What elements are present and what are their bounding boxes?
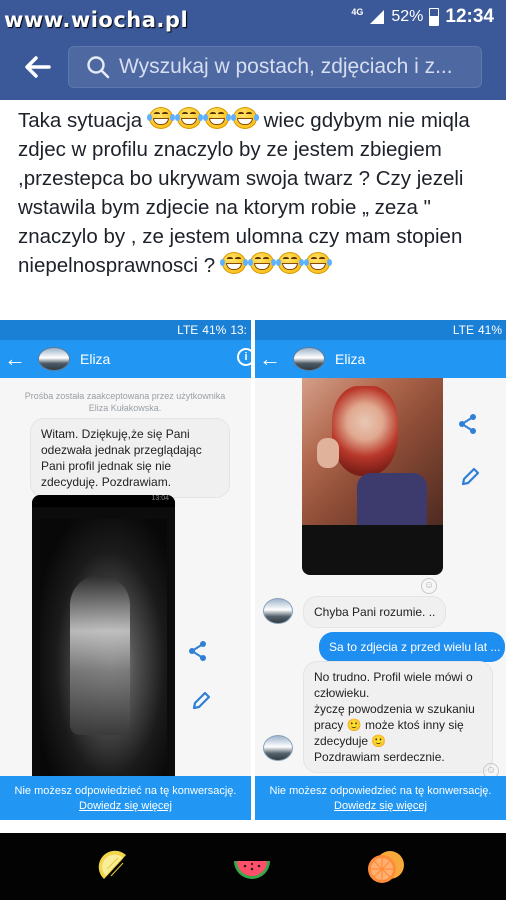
orange-icon[interactable]: [366, 849, 406, 885]
post-text: Taka sytuacja wiec gdybym nie miqla zdje…: [18, 106, 498, 280]
tears-of-joy-icon: [202, 106, 231, 130]
tears-of-joy-icon: [303, 251, 332, 275]
screenshot-right: LTE 41% ← Eliza ☺ Chyba Pani rozumie. ..…: [255, 320, 506, 820]
watermark: www.wiocha.pl: [4, 8, 189, 32]
edit-icon[interactable]: [459, 466, 481, 488]
footer-text: Nie możesz odpowiedzieć na tę konwersacj…: [269, 785, 492, 797]
conversation-body: Prośba została zaakceptowana przez użytk…: [0, 378, 251, 820]
message-bubble-sent[interactable]: Sa to zdjecia z przed wielu lat ...: [319, 632, 505, 662]
phone-network: LTE: [177, 323, 199, 337]
back-button[interactable]: [18, 50, 58, 84]
info-icon[interactable]: i: [237, 348, 251, 366]
bottom-nav: [0, 833, 506, 900]
conversation-footer: Nie możesz odpowiedzieć na tę konwersacj…: [0, 776, 251, 820]
back-arrow-icon: [25, 56, 51, 78]
contact-name[interactable]: Eliza: [80, 351, 110, 367]
back-arrow-icon[interactable]: ←: [2, 340, 28, 378]
phone-battery: 41%: [477, 323, 502, 337]
messenger-header: ← Eliza i: [0, 340, 251, 378]
battery-percent: 52%: [391, 8, 424, 25]
footer-text: Nie możesz odpowiedzieć na tę konwersacj…: [14, 785, 237, 797]
conversation-footer: Nie możesz odpowiedzieć na tę konwersacj…: [255, 776, 506, 820]
lemon-icon[interactable]: [96, 849, 136, 885]
emoji-group: [219, 251, 332, 275]
share-icon[interactable]: [187, 640, 209, 662]
phone-network: LTE: [452, 323, 474, 337]
phone-status-bar: LTE 41% 13:: [0, 320, 251, 340]
shared-photo[interactable]: [302, 378, 443, 575]
avatar[interactable]: [293, 347, 325, 371]
tears-of-joy-icon: [230, 106, 259, 130]
tears-of-joy-icon: [219, 251, 248, 275]
request-note: Prośba została zaakceptowana przez użytk…: [24, 391, 226, 413]
learn-more-link[interactable]: Dowiedz się więcej: [255, 799, 506, 814]
search-icon: [87, 56, 110, 79]
message-bubble[interactable]: Chyba Pani rozumie. ..: [303, 596, 447, 628]
edit-icon[interactable]: [190, 690, 212, 712]
avatar[interactable]: [263, 735, 293, 761]
battery-icon: [429, 8, 440, 26]
clock: 12:34: [445, 6, 494, 27]
post-text-part-1: Taka sytuacja: [18, 109, 148, 132]
search-box[interactable]: [68, 46, 482, 88]
tears-of-joy-icon: [247, 251, 276, 275]
photo-status-bar: 13:04: [32, 495, 175, 507]
tears-of-joy-icon: [174, 106, 203, 130]
tears-of-joy-icon: [146, 106, 175, 130]
search-input[interactable]: [119, 55, 481, 79]
status-indicators: 4G 52% 12:34: [351, 6, 494, 28]
status-bar: www.wiocha.pl 4G 52% 12:34: [0, 0, 506, 34]
signal-icon: [370, 10, 385, 24]
share-icon[interactable]: [457, 413, 479, 435]
screenshot-left: LTE 41% 13: ← Eliza i Prośba została zaa…: [0, 320, 251, 820]
phone-time: 13:: [230, 323, 247, 337]
reaction-icon[interactable]: ☺: [421, 578, 437, 594]
phone-battery: 41%: [202, 323, 227, 337]
phone-status-bar: LTE 41%: [255, 320, 506, 340]
shared-photo[interactable]: 13:04: [32, 495, 175, 798]
learn-more-link[interactable]: Dowiedz się więcej: [0, 799, 251, 814]
watermelon-icon[interactable]: [232, 849, 272, 885]
conversation-body: ☺ Chyba Pani rozumie. .. Sa to zdjecia z…: [255, 378, 506, 820]
avatar[interactable]: [263, 598, 293, 624]
network-type: 4G: [351, 7, 364, 17]
search-header: [0, 34, 506, 100]
emoji-group: [146, 106, 259, 130]
message-bubble[interactable]: Witam. Dziękuję,że się Pani odezwała jed…: [30, 418, 230, 498]
message-bubble[interactable]: No trudno. Profil wiele mówi o człowieku…: [303, 661, 493, 773]
messenger-header: ← Eliza: [255, 340, 506, 378]
tears-of-joy-icon: [275, 251, 304, 275]
back-arrow-icon[interactable]: ←: [257, 340, 283, 378]
avatar[interactable]: [38, 347, 70, 371]
contact-name[interactable]: Eliza: [335, 351, 365, 367]
